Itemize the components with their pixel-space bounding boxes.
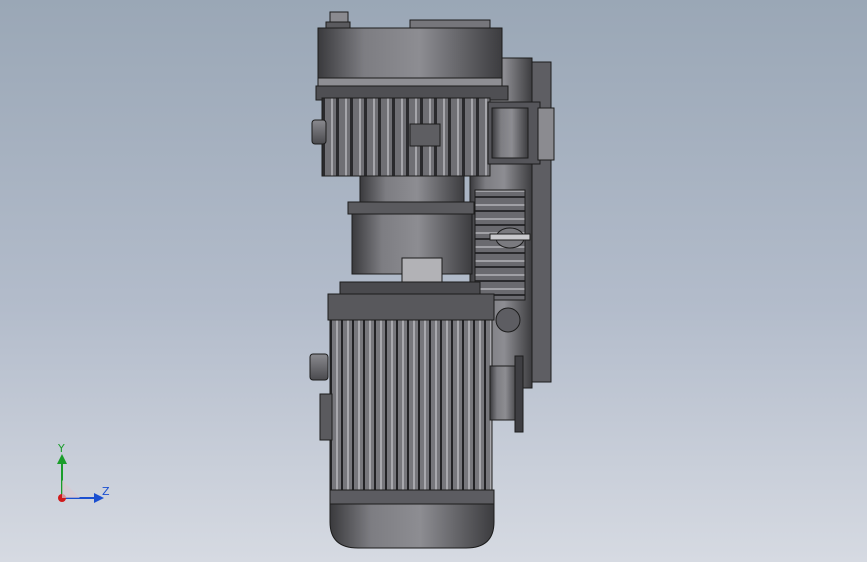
y-axis-arrowhead: [57, 454, 67, 464]
pump-knob-lever: [489, 233, 531, 241]
top-cap: [317, 27, 503, 81]
upper-terminal: [409, 123, 441, 147]
left-port-lower: [309, 353, 329, 381]
top-cap-band: [317, 77, 503, 87]
side-valve-cap: [537, 107, 555, 161]
fan-cover: [329, 503, 495, 549]
side-valve-ring: [491, 107, 529, 159]
fan-cover-band: [329, 489, 495, 505]
coupling-top-ring: [359, 175, 465, 203]
lower-motor-fins: [329, 319, 493, 493]
axis-triad: Y Z: [40, 440, 120, 510]
top-bolt-base: [325, 21, 351, 29]
coupling-window: [401, 257, 443, 285]
lower-motor-collar: [327, 293, 495, 321]
triad-arrows: [57, 454, 104, 503]
coupling-bottom: [339, 281, 481, 295]
triad-plane: [62, 480, 80, 498]
coupling-flange: [347, 201, 475, 215]
left-bracket: [319, 393, 333, 441]
upper-motor-fins: [321, 97, 491, 177]
3d-model[interactable]: [0, 0, 867, 562]
z-axis-label: Z: [102, 485, 110, 498]
right-outlet: [489, 365, 519, 421]
y-axis-label: Y: [58, 442, 65, 455]
graphics-viewport[interactable]: Y Z: [0, 0, 867, 562]
left-port-upper: [311, 119, 327, 145]
pump-gauge: [495, 307, 521, 333]
right-outlet-flange: [514, 355, 524, 433]
